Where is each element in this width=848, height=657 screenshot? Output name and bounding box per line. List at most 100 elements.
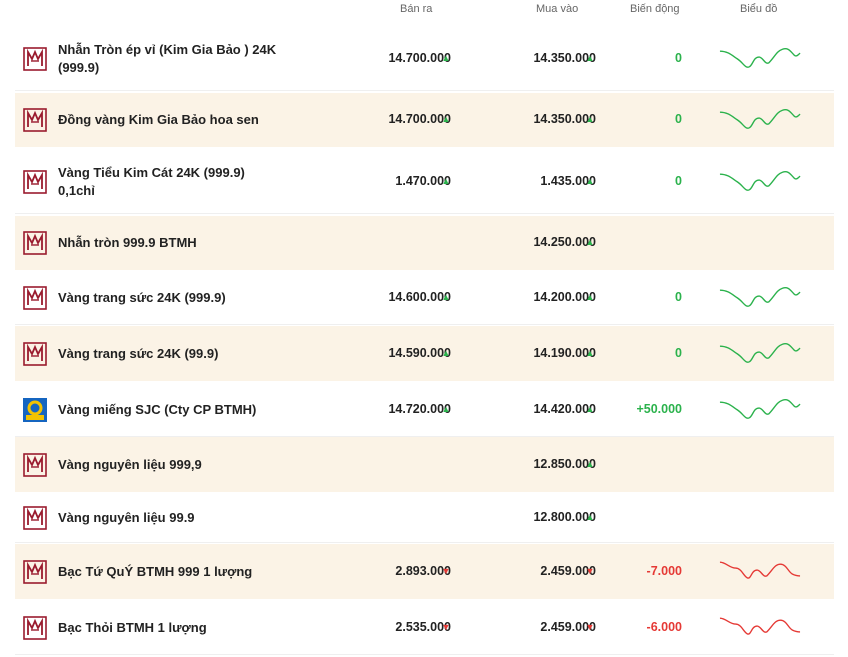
btmh-logo-icon xyxy=(23,559,47,584)
sjc-logo-icon xyxy=(23,398,47,422)
arrow-up-icon: ▲ xyxy=(585,52,595,63)
buy-price: 2.459.000 xyxy=(540,563,596,578)
header-buy: Mua vào xyxy=(536,3,579,15)
table-row[interactable]: Bạc Tứ QuÝ BTMH 999 1 lượng 2.893.000 ▼ 2.4… xyxy=(15,544,834,599)
arrow-up-icon: ▲ xyxy=(585,175,595,186)
table-header: Bán ra Mua vào Biến động Biểu đồ xyxy=(0,0,848,22)
table-row[interactable]: Vàng trang sức 24K (999.9) 14.600.000 ▲ 14.… xyxy=(15,271,834,325)
btmh-logo-icon xyxy=(23,46,47,71)
sell-price: 14.700.000 xyxy=(388,112,451,126)
arrow-up-icon: ▲ xyxy=(441,114,451,124)
sparkline-line xyxy=(719,342,801,363)
header-sell: Bán ra xyxy=(400,3,433,15)
arrow-up-icon: ▲ xyxy=(585,347,595,358)
arrow-up-icon: ▲ xyxy=(585,292,595,302)
arrow-up-icon: ▲ xyxy=(441,292,451,302)
buy-price: 14.200.000 xyxy=(533,290,596,304)
buy-price: 14.350.000 xyxy=(533,112,596,126)
buy-price: 1.435.000 xyxy=(540,173,596,188)
buy-price: 14.190.000 xyxy=(533,345,596,360)
product-name[interactable]: Vàng miếng SJC (Cty CP BTMH) xyxy=(58,401,278,419)
change-value: 0 xyxy=(675,345,682,360)
table-row[interactable]: Đồng vàng Kim Gia Bảo hoa sen 14.700.000 ▲… xyxy=(15,93,834,147)
table-row[interactable]: Vàng nguyên liệu 999,9 12.850.000 ▲ xyxy=(15,437,834,492)
btmh-logo-icon xyxy=(23,231,47,255)
table-row[interactable]: Vàng trang sức 24K (99.9) 14.590.000 ▲ 14.1… xyxy=(15,326,834,381)
sparkline-chart[interactable] xyxy=(718,166,802,198)
header-change: Biến động xyxy=(630,3,680,15)
sparkline-line xyxy=(719,399,801,419)
sparkline-chart[interactable] xyxy=(718,338,802,370)
arrow-up-icon: ▲ xyxy=(441,52,451,63)
sell-price: 14.720.000 xyxy=(388,402,451,416)
header-chart: Biểu đồ xyxy=(740,3,778,15)
sparkline-chart[interactable] xyxy=(718,612,802,644)
table-row[interactable]: Vàng nguyên liệu 99.9 12.800.000 ▲ xyxy=(15,492,834,543)
sparkline-chart[interactable] xyxy=(718,43,802,75)
btmh-logo-icon xyxy=(23,615,47,640)
arrow-up-icon: ▲ xyxy=(585,511,595,522)
arrow-up-icon: ▲ xyxy=(585,237,595,247)
arrow-down-icon: ▼ xyxy=(585,621,595,632)
product-name[interactable]: Bạc Thỏi BTMH 1 lượng xyxy=(58,619,278,637)
arrow-up-icon: ▲ xyxy=(441,175,451,186)
arrow-down-icon: ▼ xyxy=(441,621,451,632)
arrow-up-icon: ▲ xyxy=(585,458,595,469)
sparkline-line xyxy=(719,170,801,191)
sparkline-chart[interactable] xyxy=(718,556,802,588)
product-name[interactable]: Bạc Tứ QuÝ BTMH 999 1 lượng xyxy=(58,563,278,581)
arrow-up-icon: ▲ xyxy=(441,404,451,414)
change-value: 0 xyxy=(675,112,682,126)
sparkline-chart[interactable] xyxy=(718,394,802,426)
price-table: Bán ra Mua vào Biến động Biểu đồ Nhẫn Tr… xyxy=(0,0,848,657)
product-name[interactable]: Nhẫn tròn 999.9 BTMH xyxy=(58,234,278,252)
change-value: 0 xyxy=(675,290,682,304)
product-name[interactable]: Vàng trang sức 24K (999.9) xyxy=(58,289,278,307)
product-name[interactable]: Vàng Tiểu Kim Cát 24K (999.9) 0,1chỉ xyxy=(58,164,278,200)
buy-price: 14.350.000 xyxy=(533,50,596,65)
sparkline-line xyxy=(719,561,801,579)
btmh-logo-icon xyxy=(23,108,47,132)
sparkline-line xyxy=(719,47,801,68)
sell-price: 2.893.000 xyxy=(395,563,451,578)
sell-price: 14.590.000 xyxy=(388,345,451,360)
product-name[interactable]: Vàng nguyên liệu 99.9 xyxy=(58,509,278,527)
buy-price: 12.850.000 xyxy=(533,456,596,471)
sell-price: 1.470.000 xyxy=(395,173,451,188)
table-row[interactable]: Vàng miếng SJC (Cty CP BTMH) 14.720.000 ▲ 1… xyxy=(15,383,834,437)
btmh-logo-icon xyxy=(23,341,47,366)
btmh-logo-icon xyxy=(23,169,47,194)
arrow-down-icon: ▼ xyxy=(585,565,595,576)
table-row[interactable]: Bạc Thỏi BTMH 1 lượng 2.535.000 ▼ 2.459.000… xyxy=(15,600,834,655)
sparkline-line xyxy=(719,287,801,307)
sparkline-line xyxy=(719,109,801,129)
sell-price: 2.535.000 xyxy=(395,619,451,634)
arrow-up-icon: ▲ xyxy=(585,404,595,414)
btmh-logo-icon xyxy=(23,452,47,477)
change-value: -7.000 xyxy=(646,563,682,578)
buy-price: 14.250.000 xyxy=(533,235,596,249)
sparkline-chart[interactable] xyxy=(718,104,802,136)
change-value: 0 xyxy=(675,173,682,188)
table-row[interactable]: Nhẫn tròn 999.9 BTMH 14.250.000 ▲ xyxy=(15,216,834,270)
product-name[interactable]: Đồng vàng Kim Gia Bảo hoa sen xyxy=(58,111,278,129)
btmh-logo-icon xyxy=(23,505,47,530)
buy-price: 2.459.000 xyxy=(540,619,596,634)
product-name[interactable]: Vàng nguyên liệu 999,9 xyxy=(58,456,278,474)
change-value: 0 xyxy=(675,50,682,65)
product-name[interactable]: Vàng trang sức 24K (99.9) xyxy=(58,345,278,363)
arrow-down-icon: ▼ xyxy=(441,565,451,576)
sparkline-chart[interactable] xyxy=(718,282,802,314)
change-value: -6.000 xyxy=(646,619,682,634)
sparkline-line xyxy=(719,617,801,635)
arrow-up-icon: ▲ xyxy=(585,114,595,124)
table-row[interactable]: Nhẫn Tròn ép vỉ (Kim Gia Bảo ) 24K (999.… xyxy=(15,26,834,91)
sell-price: 14.700.000 xyxy=(388,50,451,65)
buy-price: 14.420.000 xyxy=(533,402,596,416)
table-row[interactable]: Vàng Tiểu Kim Cát 24K (999.9) 0,1chỉ 1.47… xyxy=(15,149,834,214)
arrow-up-icon: ▲ xyxy=(441,347,451,358)
sell-price: 14.600.000 xyxy=(388,290,451,304)
buy-price: 12.800.000 xyxy=(533,509,596,524)
change-value: +50.000 xyxy=(636,402,682,416)
product-name[interactable]: Nhẫn Tròn ép vỉ (Kim Gia Bảo ) 24K (999.… xyxy=(58,41,278,77)
